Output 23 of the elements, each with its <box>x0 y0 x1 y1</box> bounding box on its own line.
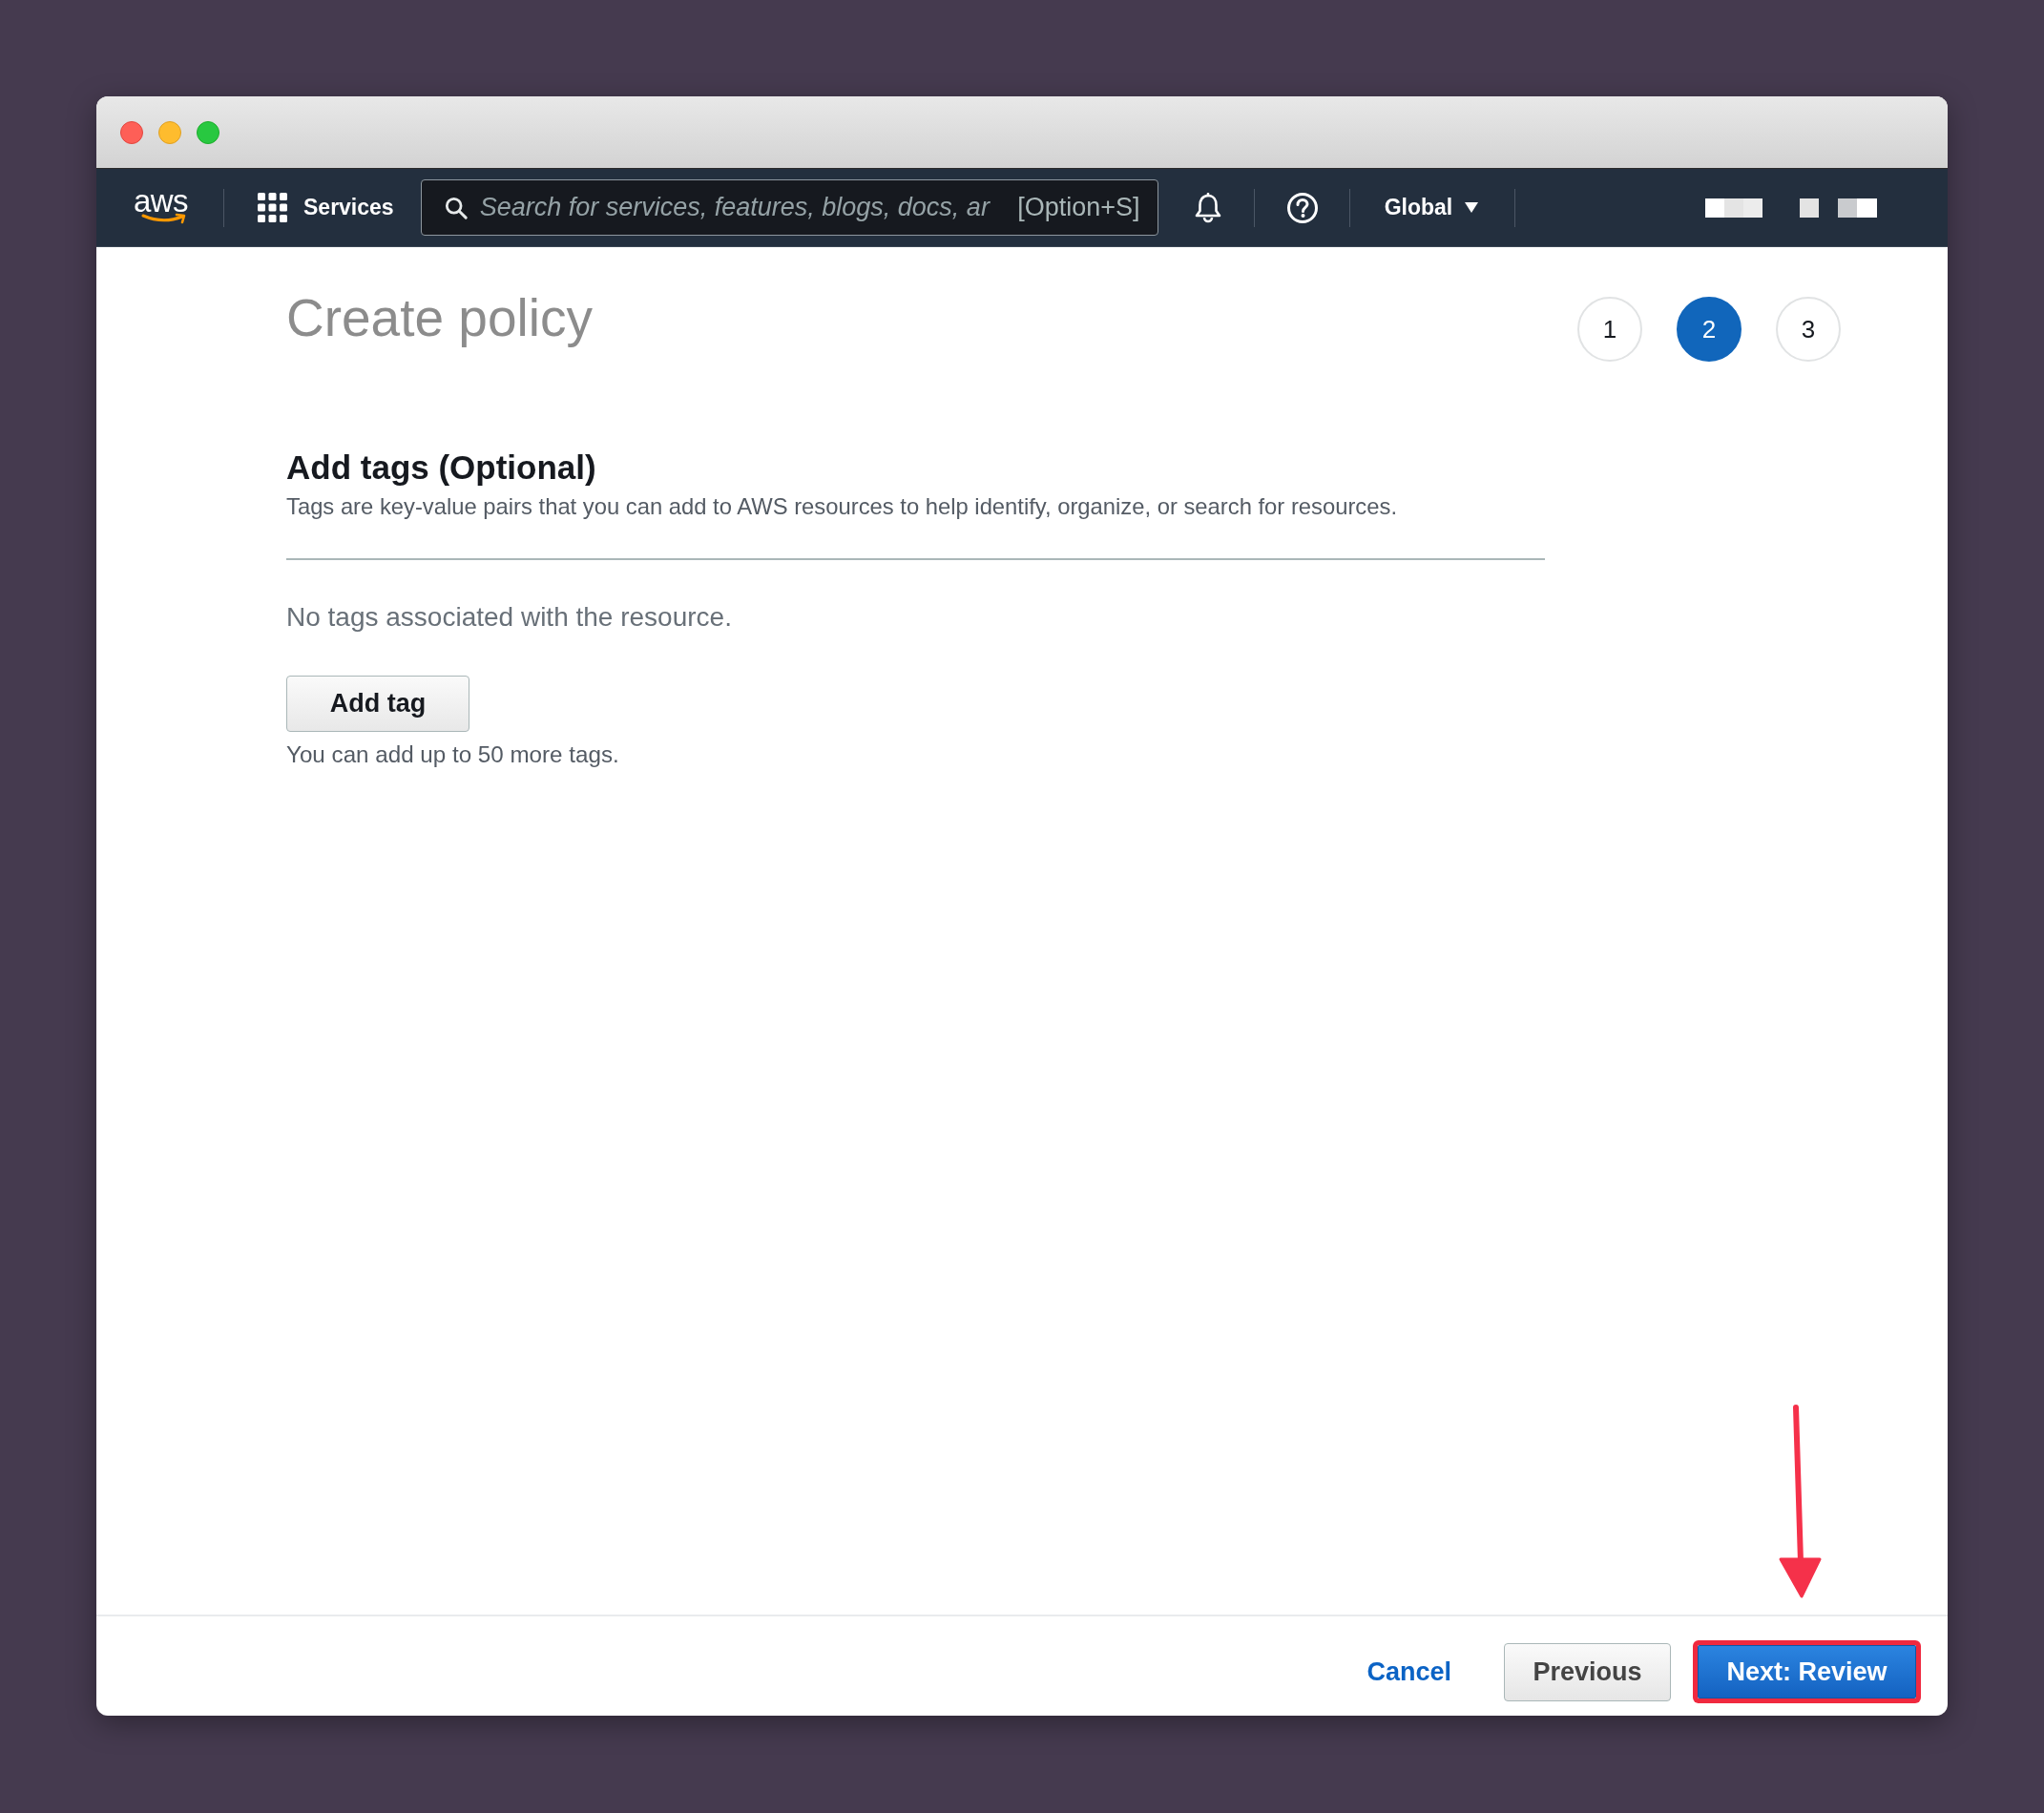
limit-note: You can add up to 50 more tags. <box>286 741 620 768</box>
search-input[interactable]: Search for services, features, blogs, docs, ar <box>479 193 1012 222</box>
grid-menu-icon[interactable] <box>258 193 287 222</box>
step-indicator: 2 <box>1677 297 1742 362</box>
section-description: Tags are key-value pairs that you can add to AWS resources to help identify, organize, or search for resources. <box>286 493 1398 520</box>
shortcut-hint: [Option+S] <box>1017 193 1140 222</box>
cancel-link[interactable]: Cancel <box>1366 1657 1451 1687</box>
bell-icon[interactable] <box>1193 192 1222 223</box>
section-heading: Add tags (Optional) <box>286 448 597 487</box>
step-indicator: 1 <box>1577 297 1642 362</box>
add-tag-button[interactable]: Add tag <box>286 676 469 732</box>
caret-icon <box>1465 201 1479 214</box>
help-icon[interactable] <box>1285 191 1319 224</box>
empty-message: No tags associated with the resource. <box>286 602 733 633</box>
logo[interactable]: aws <box>131 187 191 228</box>
step-indicator: 3 <box>1776 297 1841 362</box>
page-title: Create policy <box>286 287 593 348</box>
services-menu[interactable]: Services <box>303 195 394 220</box>
search-icon <box>444 196 468 219</box>
region-selector[interactable]: Global <box>1384 195 1479 220</box>
search-field[interactable]: Search for services, features, blogs, docs, ar [Option+S] <box>420 179 1158 236</box>
close-button[interactable] <box>120 120 143 144</box>
previous-button[interactable]: Previous <box>1504 1642 1671 1701</box>
